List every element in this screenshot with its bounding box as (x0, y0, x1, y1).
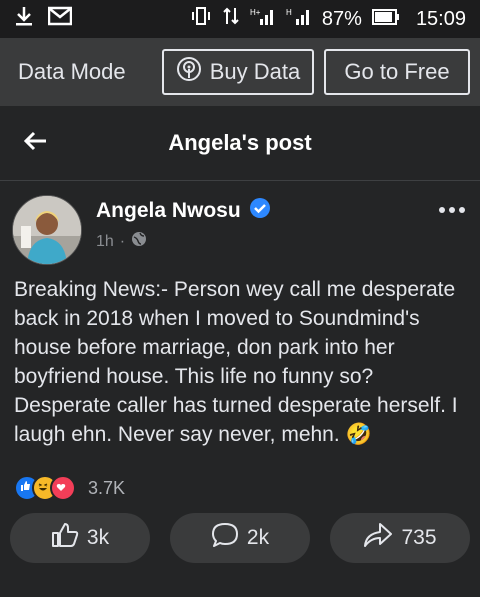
globe-icon (131, 231, 147, 252)
svg-text:H+: H+ (250, 8, 261, 17)
svg-text:H: H (286, 8, 292, 17)
data-mode-label: Data Mode (18, 59, 126, 84)
go-to-free-label: Go to Free (344, 59, 450, 84)
share-button[interactable]: 735 (330, 513, 470, 563)
post-text: Breaking News:- Person wey call me despe… (14, 278, 458, 446)
more-options-icon[interactable] (438, 201, 466, 219)
comment-button[interactable]: 2k (170, 513, 310, 563)
thumbs-up-icon (51, 522, 79, 554)
reaction-summary[interactable]: 3.7K (0, 471, 480, 505)
avatar[interactable] (12, 195, 82, 265)
like-button[interactable]: 3k (10, 513, 150, 563)
gmail-icon (47, 6, 73, 32)
share-count: 735 (401, 526, 437, 549)
share-icon (363, 522, 393, 554)
comment-icon (211, 522, 239, 554)
verified-badge-icon (249, 197, 271, 225)
reaction-count: 3.7K (88, 477, 126, 498)
page-title: Angela's post (168, 130, 312, 155)
download-icon (14, 5, 34, 33)
battery-icon (371, 8, 400, 31)
author-name[interactable]: Angela Nwosu (96, 199, 241, 223)
data-transfer-icon (222, 6, 240, 32)
vibrate-icon (190, 6, 212, 32)
buy-data-label: Buy Data (209, 59, 301, 84)
back-arrow-icon[interactable] (22, 130, 48, 157)
signal-icon: H+ (250, 6, 276, 32)
action-bar: 3k 2k 735 (0, 505, 480, 563)
meta-separator: · (119, 232, 126, 250)
clock: 15:09 (415, 7, 466, 30)
post-time[interactable]: 1h (96, 233, 114, 251)
broadcast-icon (176, 56, 202, 88)
status-bar: H+ H 87% 15:09 (0, 0, 480, 38)
comment-count: 2k (246, 526, 270, 549)
battery-percent: 87% (321, 7, 362, 30)
like-count: 3k (86, 526, 110, 549)
data-mode-bar: Data Mode Buy Data Go to Free (0, 38, 480, 106)
post-header: Angela's post (0, 106, 480, 181)
post-author-row: Angela Nwosu 1h · (0, 181, 480, 265)
go-to-free-button[interactable]: Go to Free (324, 49, 470, 95)
buy-data-button[interactable]: Buy Data (162, 49, 314, 95)
signal-icon-2: H (286, 6, 312, 32)
love-reaction-icon (50, 475, 76, 501)
